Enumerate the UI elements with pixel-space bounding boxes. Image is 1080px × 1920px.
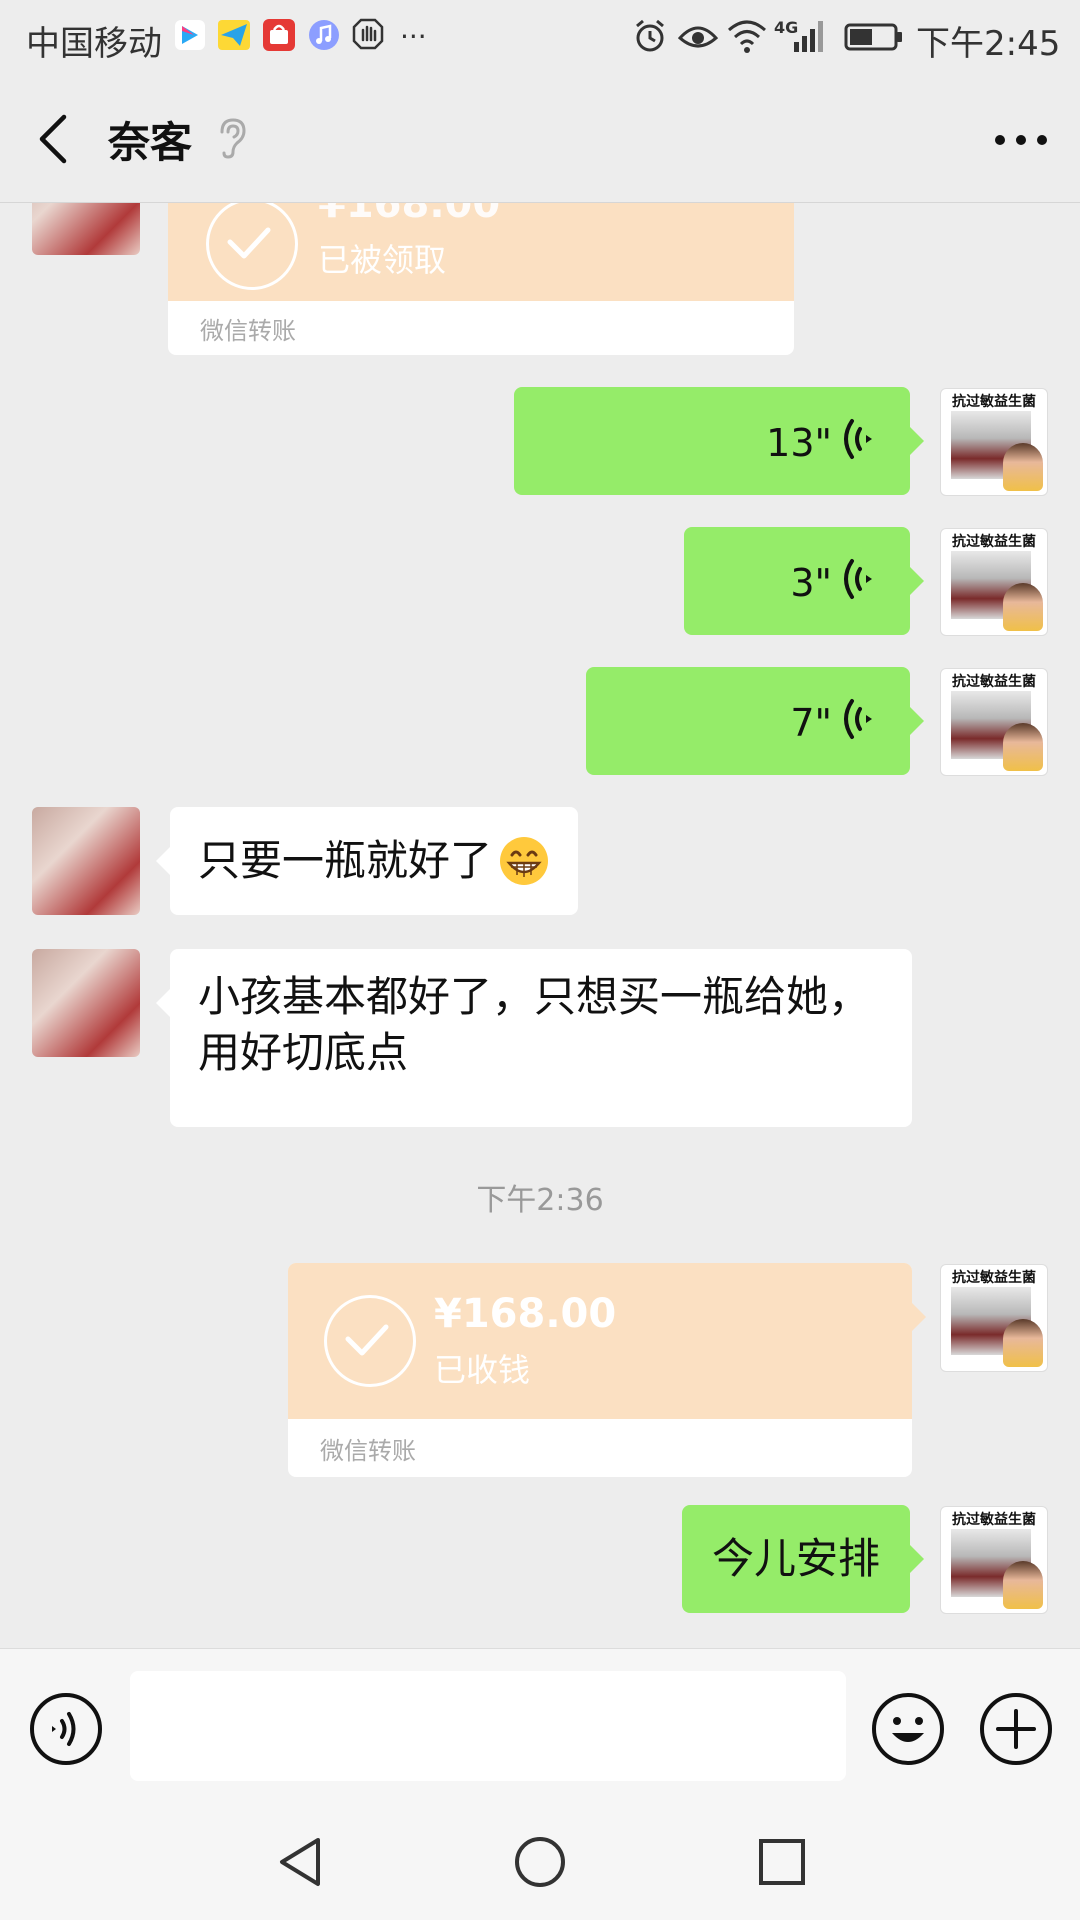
transfer-card-collected[interactable]: ¥168.00 已收钱 微信转账 xyxy=(288,1263,912,1477)
contact-avatar[interactable] xyxy=(32,203,140,255)
my-avatar[interactable]: 抗过敏益生菌 xyxy=(940,668,1048,776)
emoji-button[interactable] xyxy=(870,1691,946,1771)
square-recents-icon xyxy=(759,1839,805,1885)
chat-title: 奈客 xyxy=(108,118,193,167)
transfer-status: 已被领取 xyxy=(318,241,447,279)
ear-icon xyxy=(216,116,248,164)
avatar-caption: 抗过敏益生菌 xyxy=(952,534,1036,550)
wifi-icon xyxy=(726,18,768,58)
message-text-line: 用好切底点 xyxy=(198,1028,409,1077)
nav-home-button[interactable] xyxy=(512,1834,568,1894)
voice-duration: 13" xyxy=(766,421,832,465)
hand-stop-icon xyxy=(352,18,384,56)
transfer-footer: 微信转账 xyxy=(320,1437,416,1465)
more-notifications-label: ··· xyxy=(400,20,427,53)
text-message[interactable]: 只要一瓶就好了 xyxy=(155,807,579,915)
my-avatar[interactable]: 抗过敏益生菌 xyxy=(940,388,1048,496)
voice-wave-icon xyxy=(842,555,876,617)
voice-duration: 3" xyxy=(790,561,832,605)
more-dots-icon xyxy=(995,135,1047,145)
voice-message[interactable]: 13" xyxy=(514,387,924,495)
transfer-amount: ¥168.00 xyxy=(434,1291,617,1337)
more-actions-button[interactable] xyxy=(978,1691,1054,1771)
system-nav-bar xyxy=(0,1800,1080,1920)
more-options-button[interactable] xyxy=(990,120,1052,160)
avatar-caption: 抗过敏益生菌 xyxy=(952,674,1036,690)
music-icon xyxy=(308,18,340,56)
back-button[interactable] xyxy=(32,111,76,167)
avatar-caption: 抗过敏益生菌 xyxy=(952,1512,1036,1528)
message-input[interactable] xyxy=(130,1671,846,1781)
transfer-amount: ¥168.00 xyxy=(318,203,501,227)
eye-icon xyxy=(677,18,719,58)
voice-icon xyxy=(30,1693,102,1765)
transfer-status: 已收钱 xyxy=(434,1351,531,1389)
contact-avatar[interactable] xyxy=(32,807,140,915)
message-text-line: 小孩基本都好了，只想买一瓶给她， xyxy=(198,972,871,1021)
nav-recents-button[interactable] xyxy=(756,1834,808,1894)
plus-icon xyxy=(980,1693,1052,1765)
send-app-icon xyxy=(216,18,252,56)
voice-message[interactable]: 7" xyxy=(586,667,924,775)
youku-icon xyxy=(174,18,206,56)
my-avatar[interactable]: 抗过敏益生菌 xyxy=(940,528,1048,636)
voice-wave-icon xyxy=(842,695,876,757)
vmall-icon xyxy=(262,18,296,56)
check-circle-icon xyxy=(324,1295,416,1387)
chevron-left-icon xyxy=(39,114,67,164)
my-avatar[interactable]: 抗过敏益生菌 xyxy=(940,1264,1048,1372)
message-text: 只要一瓶就好了 xyxy=(198,836,493,885)
voice-input-button[interactable] xyxy=(28,1691,104,1771)
message-timestamp: 下午2:36 xyxy=(476,1183,604,1218)
input-bar xyxy=(0,1648,1080,1801)
chat-messages[interactable]: ¥168.00 已被领取 微信转账 抗过敏益生菌 13" 抗过敏益生菌 3" 抗… xyxy=(0,203,1080,1648)
text-message[interactable]: 今儿安排 xyxy=(682,1505,924,1613)
avatar-caption: 抗过敏益生菌 xyxy=(952,1270,1036,1286)
voice-duration: 7" xyxy=(790,701,832,745)
voice-wave-icon xyxy=(842,415,876,477)
clock-label: 下午2:45 xyxy=(916,24,1061,64)
chat-header: 奈客 xyxy=(0,76,1080,203)
grin-emoji-icon xyxy=(498,835,550,887)
my-avatar[interactable]: 抗过敏益生菌 xyxy=(940,1506,1048,1614)
check-circle-icon xyxy=(206,203,298,290)
avatar-caption: 抗过敏益生菌 xyxy=(952,394,1036,410)
nav-back-button[interactable] xyxy=(276,1834,324,1894)
text-message[interactable]: 小孩基本都好了，只想买一瓶给她， 用好切底点 xyxy=(156,949,912,1127)
transfer-footer: 微信转账 xyxy=(200,317,296,345)
carrier-label: 中国移动 xyxy=(26,24,162,64)
voice-message[interactable]: 3" xyxy=(684,527,924,635)
triangle-back-icon xyxy=(280,1838,320,1886)
circle-home-icon xyxy=(515,1837,565,1887)
status-bar: 中国移动 ··· 4G 下午2:45 xyxy=(0,0,1080,76)
smiley-icon xyxy=(872,1693,944,1765)
transfer-card-received-by-contact[interactable]: ¥168.00 已被领取 微信转账 xyxy=(168,203,794,355)
signal-icon xyxy=(792,18,828,58)
battery-icon xyxy=(844,22,904,56)
message-text: 今儿安排 xyxy=(711,1534,880,1583)
contact-avatar[interactable] xyxy=(32,949,140,1057)
alarm-icon xyxy=(632,18,668,58)
